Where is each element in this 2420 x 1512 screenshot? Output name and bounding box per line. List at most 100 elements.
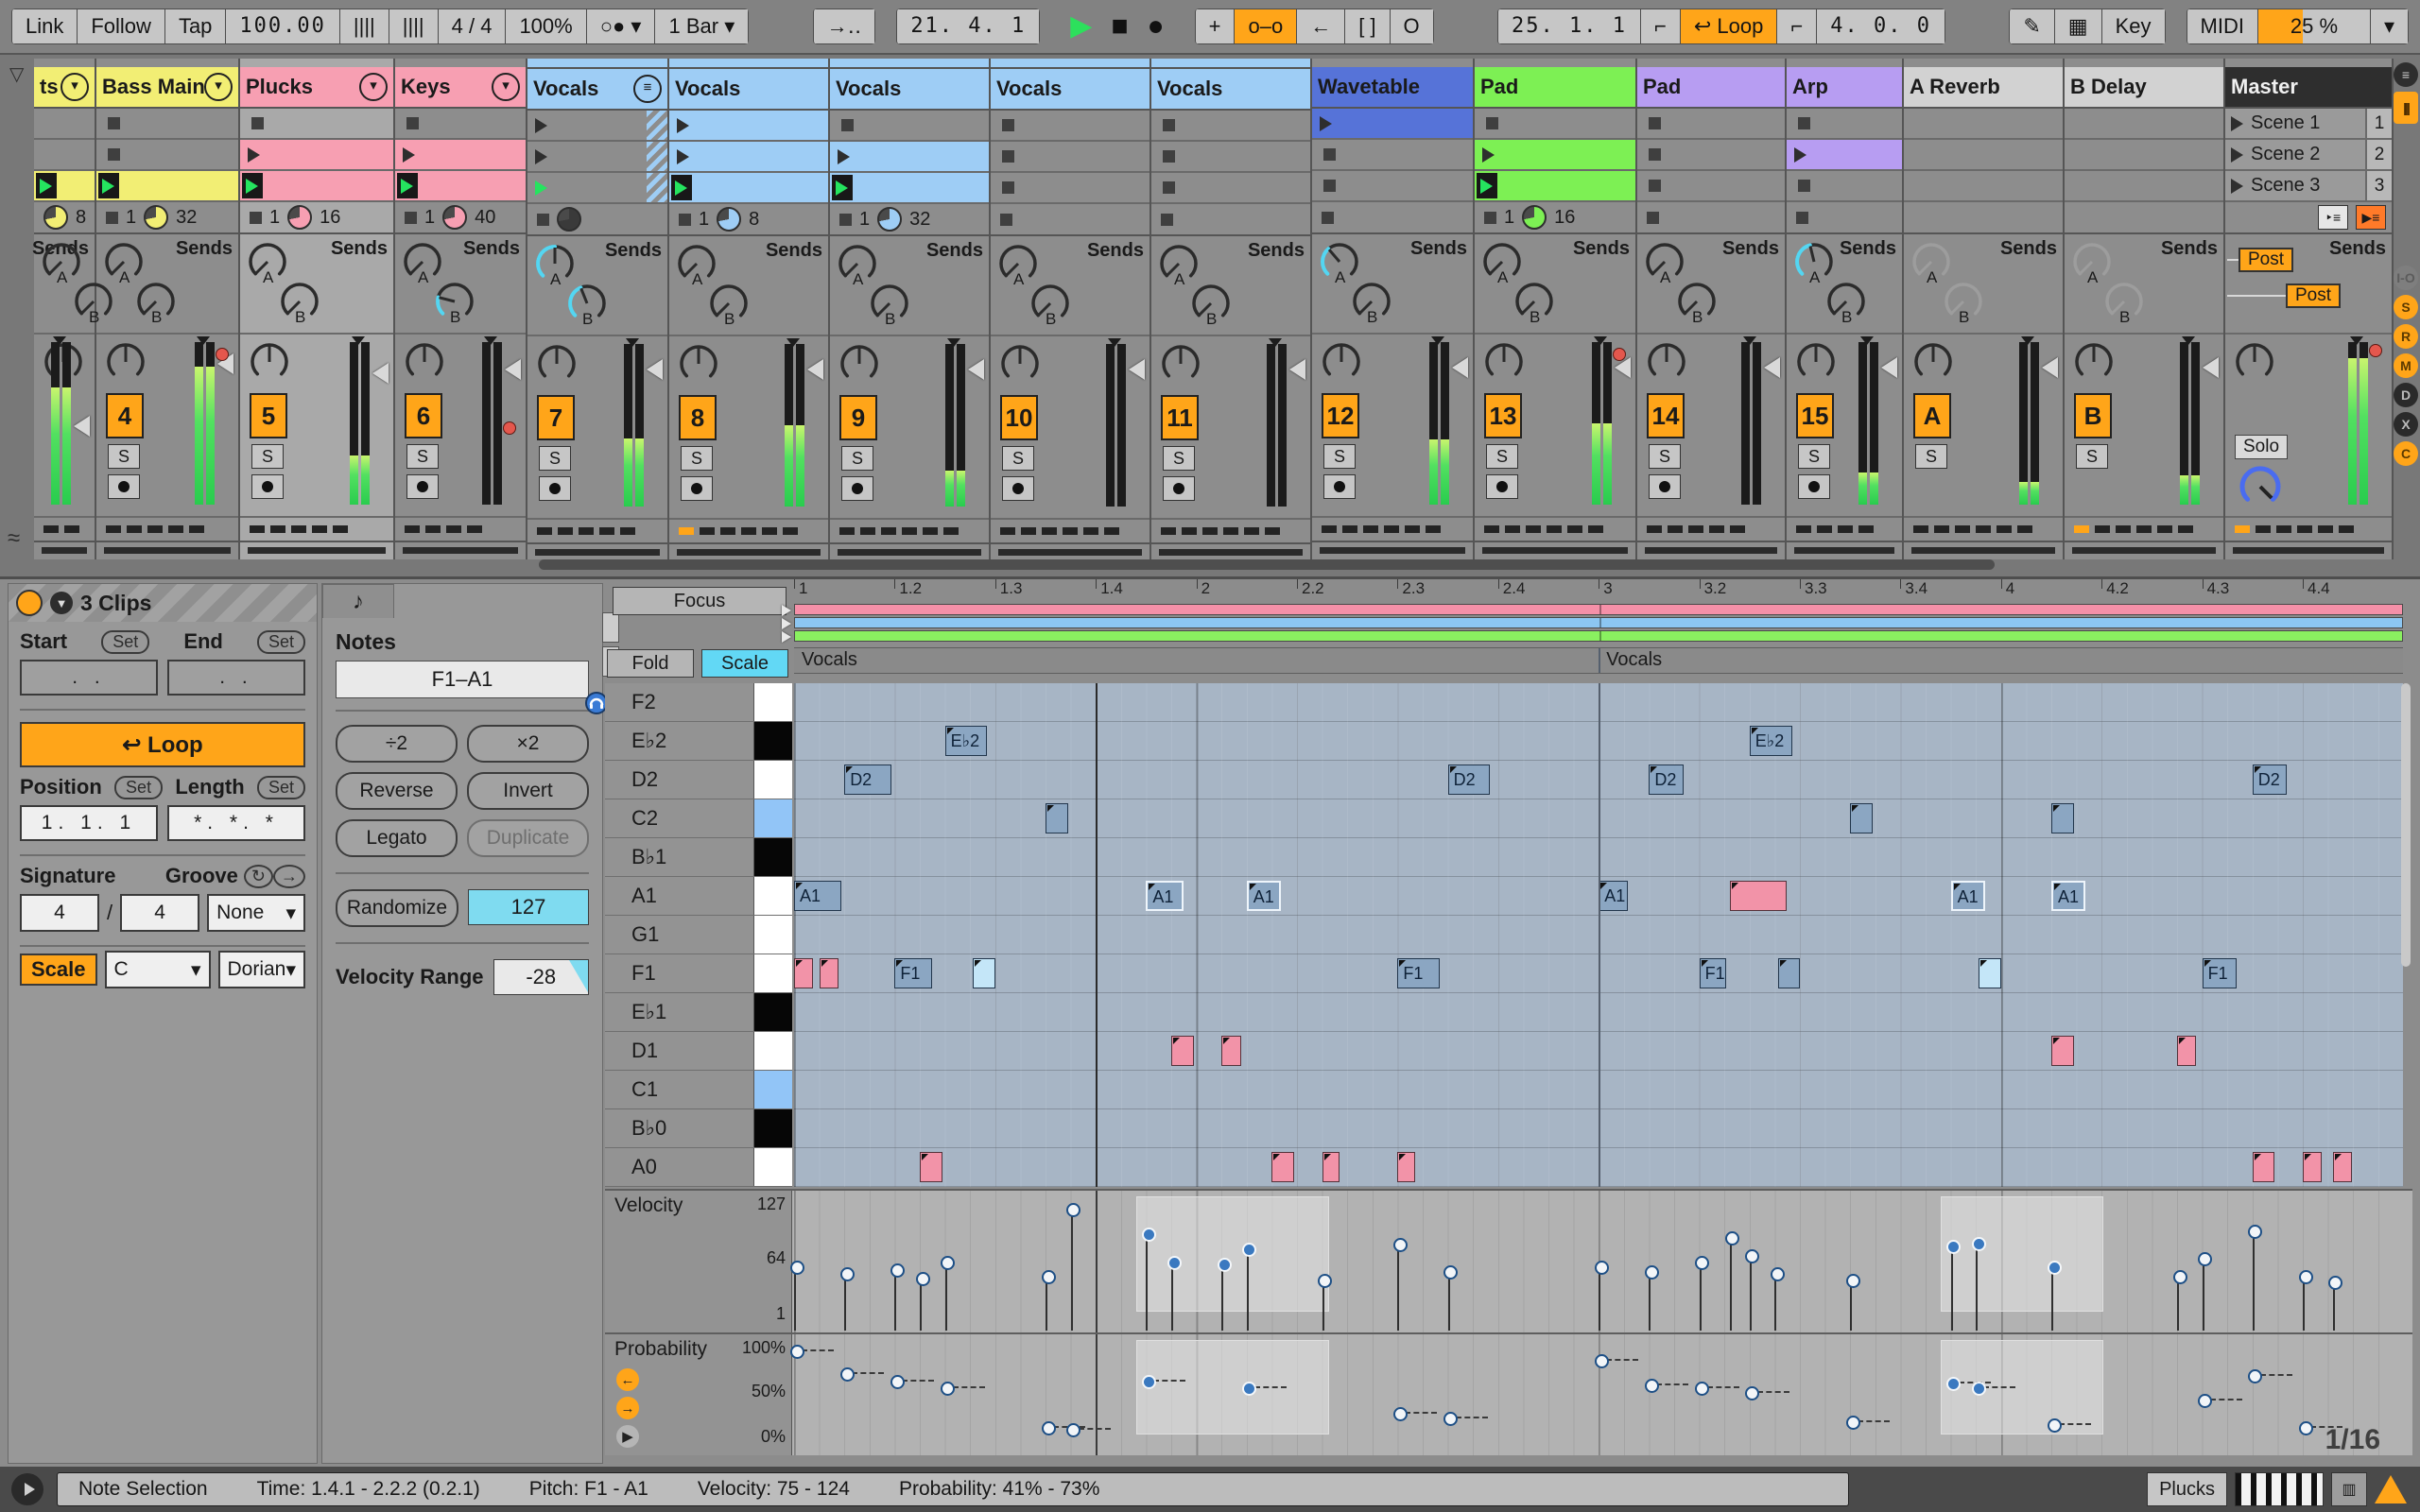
pan-knob[interactable]: [403, 340, 446, 388]
loop-button[interactable]: ↩ Loop: [1681, 9, 1778, 44]
velocity-marker[interactable]: [916, 1272, 930, 1286]
pan-knob[interactable]: [1911, 340, 1955, 388]
back-to-arrangement-icon[interactable]: ▶≡: [2356, 205, 2386, 230]
velocity-marker[interactable]: [1443, 1265, 1458, 1280]
start-set-button[interactable]: Set: [101, 630, 149, 654]
crossfade-dash[interactable]: [405, 525, 420, 533]
peak-indicator[interactable]: [2369, 344, 2382, 357]
clip-slot[interactable]: [395, 171, 526, 202]
solo-button[interactable]: S: [1649, 444, 1681, 469]
post-toggle[interactable]: Post: [2238, 248, 2293, 272]
pan-knob[interactable]: [2072, 340, 2116, 388]
loop-length-field[interactable]: 4. 0. 0: [1817, 9, 1945, 44]
clip-slot[interactable]: [830, 111, 989, 142]
fold-button[interactable]: Fold: [607, 649, 694, 678]
probability-marker[interactable]: [941, 1382, 955, 1396]
velocity-marker[interactable]: [1218, 1258, 1232, 1272]
pan-knob[interactable]: [1794, 340, 1838, 388]
clip-slot[interactable]: [96, 140, 238, 171]
arm-button[interactable]: [108, 474, 140, 499]
metronome-button[interactable]: ○● ▾: [587, 9, 656, 44]
clip-slot[interactable]: [2065, 140, 2223, 171]
solo-button[interactable]: S: [1915, 444, 1947, 469]
group-menu-icon[interactable]: ≡: [633, 75, 662, 103]
pan-knob[interactable]: [998, 342, 1042, 390]
pan-knob[interactable]: [1482, 340, 1526, 388]
chevron-down-icon[interactable]: ▾: [204, 73, 233, 101]
midi-note[interactable]: A1: [1599, 881, 1628, 911]
crossfade-dash[interactable]: [2256, 525, 2271, 533]
crossfade-dash[interactable]: [1796, 525, 1811, 533]
crossfade-dash[interactable]: [1384, 525, 1399, 533]
end-value-field[interactable]: . .: [167, 660, 305, 696]
fold-next-button[interactable]: →: [616, 1397, 639, 1419]
post-toggle[interactable]: Post: [2286, 284, 2341, 308]
nudge-down-button[interactable]: ||||: [340, 9, 389, 44]
crossfade-dash[interactable]: [1505, 525, 1520, 533]
velocity-marker[interactable]: [1042, 1270, 1056, 1284]
crossfade-dash[interactable]: [1223, 527, 1238, 535]
fold-prev-button[interactable]: ←: [616, 1368, 639, 1391]
clip-slot[interactable]: [991, 111, 1150, 142]
midi-note-other-clip[interactable]: [1730, 881, 1788, 911]
focus-button[interactable]: Focus: [613, 587, 786, 615]
scene-play-icon[interactable]: [2231, 116, 2243, 131]
clip-slot[interactable]: [1787, 109, 1902, 140]
scale-highlight-button[interactable]: Scale: [701, 649, 788, 678]
loop-start-field[interactable]: 25. 1. 1: [1498, 9, 1641, 44]
arm-button[interactable]: [681, 476, 713, 501]
crossfade-dash[interactable]: [1405, 525, 1420, 533]
clip-slot[interactable]: [1637, 109, 1785, 140]
track-header[interactable]: Pad: [1637, 67, 1785, 109]
volume-fader-handle[interactable]: [1289, 359, 1305, 380]
solo-button[interactable]: S: [1798, 444, 1830, 469]
current-instrument-chip[interactable]: Plucks: [2147, 1472, 2227, 1506]
velocity-marker[interactable]: [1645, 1265, 1659, 1280]
crossfade-dash[interactable]: [1709, 525, 1724, 533]
signature-numerator-field[interactable]: 4: [20, 894, 99, 932]
volume-fader-handle[interactable]: [647, 359, 663, 380]
crossfade-dash[interactable]: [1588, 525, 1603, 533]
crossfade-dash[interactable]: [64, 525, 79, 533]
clip-slot[interactable]: [240, 171, 393, 202]
velocity-stem[interactable]: [1221, 1265, 1223, 1331]
solo-button[interactable]: S: [539, 446, 571, 471]
velocity-stem[interactable]: [1976, 1245, 1978, 1331]
pan-knob[interactable]: [535, 342, 579, 390]
key-block[interactable]: [753, 1032, 792, 1070]
velocity-stem[interactable]: [1774, 1275, 1776, 1331]
crossfade-dash[interactable]: [2297, 525, 2312, 533]
probability-lane[interactable]: Probability100%50%0%←→▶: [605, 1332, 2412, 1455]
crossfade-dash[interactable]: [2136, 525, 2152, 533]
clip-slot[interactable]: [1312, 109, 1473, 140]
crossfade-dash[interactable]: [2276, 525, 2291, 533]
midi-note[interactable]: A1: [794, 881, 841, 911]
clip-slot[interactable]: [1475, 109, 1635, 140]
mini-io-widget[interactable]: ▥: [2331, 1472, 2367, 1506]
velocity-stem[interactable]: [920, 1280, 922, 1331]
track-header[interactable]: Vocals: [1151, 69, 1310, 111]
pan-knob[interactable]: [838, 342, 881, 390]
velocity-stem[interactable]: [2333, 1283, 2335, 1331]
probability-marker[interactable]: [1443, 1412, 1458, 1426]
new-button[interactable]: +: [1196, 9, 1236, 44]
crossfade-dash[interactable]: [1202, 527, 1218, 535]
clip-slot[interactable]: [830, 142, 989, 173]
crossfade-dash[interactable]: [558, 527, 573, 535]
velocity-marker[interactable]: [2198, 1252, 2212, 1266]
track-header[interactable]: Vocals: [830, 69, 989, 111]
crossfade-dash[interactable]: [839, 527, 855, 535]
crossfade-dash[interactable]: [1668, 525, 1683, 533]
velocity-marker[interactable]: [1972, 1237, 1986, 1251]
arm-button[interactable]: [841, 476, 873, 501]
crossfade-dash[interactable]: [902, 527, 917, 535]
punch-in-button[interactable]: ⌐: [1641, 9, 1681, 44]
piano-key-row[interactable]: A1: [605, 877, 792, 916]
clip-slot[interactable]: [34, 109, 95, 140]
clip-playing-button[interactable]: [36, 173, 57, 198]
link-button[interactable]: Link: [12, 9, 78, 44]
track-header[interactable]: Arp: [1787, 67, 1902, 109]
follow-button[interactable]: Follow: [78, 9, 165, 44]
crossfade-dash[interactable]: [537, 527, 552, 535]
crossfade-dash[interactable]: [1063, 527, 1078, 535]
